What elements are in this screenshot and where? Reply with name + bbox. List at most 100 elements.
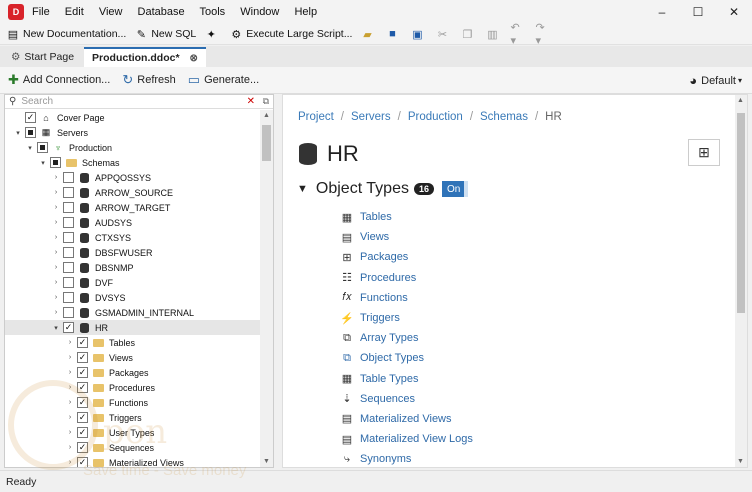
- expand-chevron-icon[interactable]: ›: [51, 174, 61, 181]
- tree-checkbox[interactable]: [63, 217, 74, 228]
- expand-chevron-icon[interactable]: ›: [65, 444, 75, 451]
- theme-selector[interactable]: ◕ Default ▾: [689, 73, 742, 88]
- object-type-link[interactable]: ▦ Table Types: [339, 369, 473, 389]
- new-documentation-button[interactable]: ▤ New Documentation...: [6, 27, 127, 41]
- expand-chevron-icon[interactable]: ›: [51, 204, 61, 211]
- expand-chevron-icon[interactable]: ›: [51, 219, 61, 226]
- scroll-thumb[interactable]: [737, 113, 745, 313]
- object-type-link[interactable]: ⧉ Array Types: [339, 328, 473, 348]
- tree-checkbox[interactable]: ✓: [25, 112, 36, 123]
- tree-search-input[interactable]: ⚲ Search ✕ ⧉: [5, 95, 273, 109]
- tree-checkbox[interactable]: ✓: [63, 322, 74, 333]
- expand-chevron-icon[interactable]: ›: [51, 234, 61, 241]
- tree-item[interactable]: › ✓ Tables: [5, 335, 261, 350]
- tree-item[interactable]: › DVSYS: [5, 290, 261, 305]
- breadcrumb-item[interactable]: Schemas: [480, 111, 528, 123]
- tree-checkbox[interactable]: [25, 127, 36, 138]
- tree-item[interactable]: › DVF: [5, 275, 261, 290]
- tab-close-icon[interactable]: ⊗: [190, 53, 198, 64]
- add-connection-button[interactable]: ✚ Add Connection...: [8, 72, 110, 88]
- tree-checkbox[interactable]: ✓: [77, 352, 88, 363]
- tree-item[interactable]: › ✓ Triggers: [5, 410, 261, 425]
- tab-start-page[interactable]: ⚙ Start Page: [3, 47, 82, 67]
- tree-item[interactable]: ▾ ♆ Production: [5, 140, 261, 155]
- scroll-thumb[interactable]: [262, 125, 271, 161]
- tree-item[interactable]: › ✓ Packages: [5, 365, 261, 380]
- save-all-button[interactable]: ▣: [410, 27, 427, 41]
- tree-checkbox[interactable]: ✓: [77, 457, 88, 467]
- expand-chevron-icon[interactable]: ›: [51, 264, 61, 271]
- tree-item[interactable]: › ✓ Materialized Views: [5, 455, 261, 467]
- collapse-all-icon[interactable]: ⧉: [263, 96, 269, 107]
- menu-edit[interactable]: Edit: [65, 6, 84, 18]
- tree-item[interactable]: › APPQOSSYS: [5, 170, 261, 185]
- tree-checkbox[interactable]: [63, 277, 74, 288]
- expand-chevron-icon[interactable]: ›: [51, 294, 61, 301]
- object-type-link[interactable]: ▤ Materialized Views: [339, 409, 473, 429]
- menu-database[interactable]: Database: [138, 6, 185, 18]
- expand-chevron-icon[interactable]: ▾: [13, 129, 23, 137]
- expand-chevron-icon[interactable]: ▾: [38, 159, 48, 167]
- object-type-link[interactable]: ▤ Views: [339, 227, 473, 247]
- tree-checkbox[interactable]: [63, 292, 74, 303]
- expand-chevron-icon[interactable]: ›: [65, 354, 75, 361]
- tree-item[interactable]: › ARROW_TARGET: [5, 200, 261, 215]
- menu-file[interactable]: File: [32, 6, 50, 18]
- scroll-up-icon[interactable]: ▲: [263, 112, 270, 119]
- minimize-button[interactable]: –: [644, 0, 680, 24]
- expand-chevron-icon[interactable]: ›: [65, 414, 75, 421]
- tree-item[interactable]: ▾ Schemas: [5, 155, 261, 170]
- breadcrumb-item[interactable]: Servers: [351, 111, 391, 123]
- paste-button[interactable]: ▥: [485, 27, 502, 41]
- tree-checkbox[interactable]: [63, 247, 74, 258]
- breadcrumb-item[interactable]: Production: [408, 111, 463, 123]
- expand-chevron-icon[interactable]: ›: [65, 339, 75, 346]
- tree-checkbox[interactable]: ✓: [77, 337, 88, 348]
- scroll-down-icon[interactable]: ▼: [737, 458, 744, 465]
- tree-item[interactable]: › ✓ Functions: [5, 395, 261, 410]
- grid-view-button[interactable]: ⊞: [688, 139, 720, 166]
- tree-checkbox[interactable]: [63, 262, 74, 273]
- tree-checkbox[interactable]: [63, 172, 74, 183]
- tree-checkbox[interactable]: ✓: [77, 412, 88, 423]
- expand-chevron-icon[interactable]: ›: [51, 309, 61, 316]
- object-type-link[interactable]: ☷ Procedures: [339, 268, 473, 288]
- tree-checkbox[interactable]: [63, 307, 74, 318]
- expand-chevron-icon[interactable]: ›: [65, 429, 75, 436]
- close-button[interactable]: ✕: [716, 0, 752, 24]
- tree-checkbox[interactable]: [50, 157, 61, 168]
- object-type-link[interactable]: ⊞ Packages: [339, 247, 473, 267]
- expand-chevron-icon[interactable]: ›: [65, 384, 75, 391]
- open-folder-button[interactable]: ▰: [360, 27, 377, 41]
- menu-tools[interactable]: Tools: [200, 6, 226, 18]
- tree-scrollbar[interactable]: ▲ ▼: [260, 110, 273, 467]
- cut-button[interactable]: ✂: [435, 27, 452, 41]
- collapse-triangle-icon[interactable]: ▼: [297, 183, 308, 195]
- copy-button[interactable]: ❐: [460, 27, 477, 41]
- tree-checkbox[interactable]: ✓: [77, 382, 88, 393]
- tree-checkbox[interactable]: ✓: [77, 427, 88, 438]
- menu-help[interactable]: Help: [294, 6, 317, 18]
- tree-item[interactable]: › DBSNMP: [5, 260, 261, 275]
- tree-item[interactable]: › ✓ Procedures: [5, 380, 261, 395]
- tree-item[interactable]: › GSMADMIN_INTERNAL: [5, 305, 261, 320]
- tree-item[interactable]: ▾ ▦ Servers: [5, 125, 261, 140]
- object-type-link[interactable]: ⧉ Object Types: [339, 348, 473, 368]
- clear-search-icon[interactable]: ✕: [247, 96, 255, 107]
- tree-item[interactable]: › ✓ Views: [5, 350, 261, 365]
- tree-item[interactable]: › ✓ User Types: [5, 425, 261, 440]
- expand-chevron-icon[interactable]: ▾: [51, 324, 61, 332]
- tree-checkbox[interactable]: [63, 232, 74, 243]
- tree-item[interactable]: ▾ ✓ HR: [5, 320, 261, 335]
- expand-chevron-icon[interactable]: ▾: [25, 144, 35, 152]
- expand-chevron-icon[interactable]: ›: [51, 279, 61, 286]
- tree-checkbox[interactable]: ✓: [77, 367, 88, 378]
- expand-chevron-icon[interactable]: ›: [51, 249, 61, 256]
- generate-button[interactable]: ▭ Generate...: [188, 72, 259, 88]
- tree-item[interactable]: › CTXSYS: [5, 230, 261, 245]
- scroll-up-icon[interactable]: ▲: [737, 97, 744, 104]
- tab-production-ddoc[interactable]: Production.ddoc* ⊗: [84, 47, 206, 67]
- execute-large-script-button[interactable]: ⚙ Execute Large Script...: [229, 27, 352, 41]
- menu-window[interactable]: Window: [240, 6, 279, 18]
- save-button[interactable]: ■: [385, 27, 402, 41]
